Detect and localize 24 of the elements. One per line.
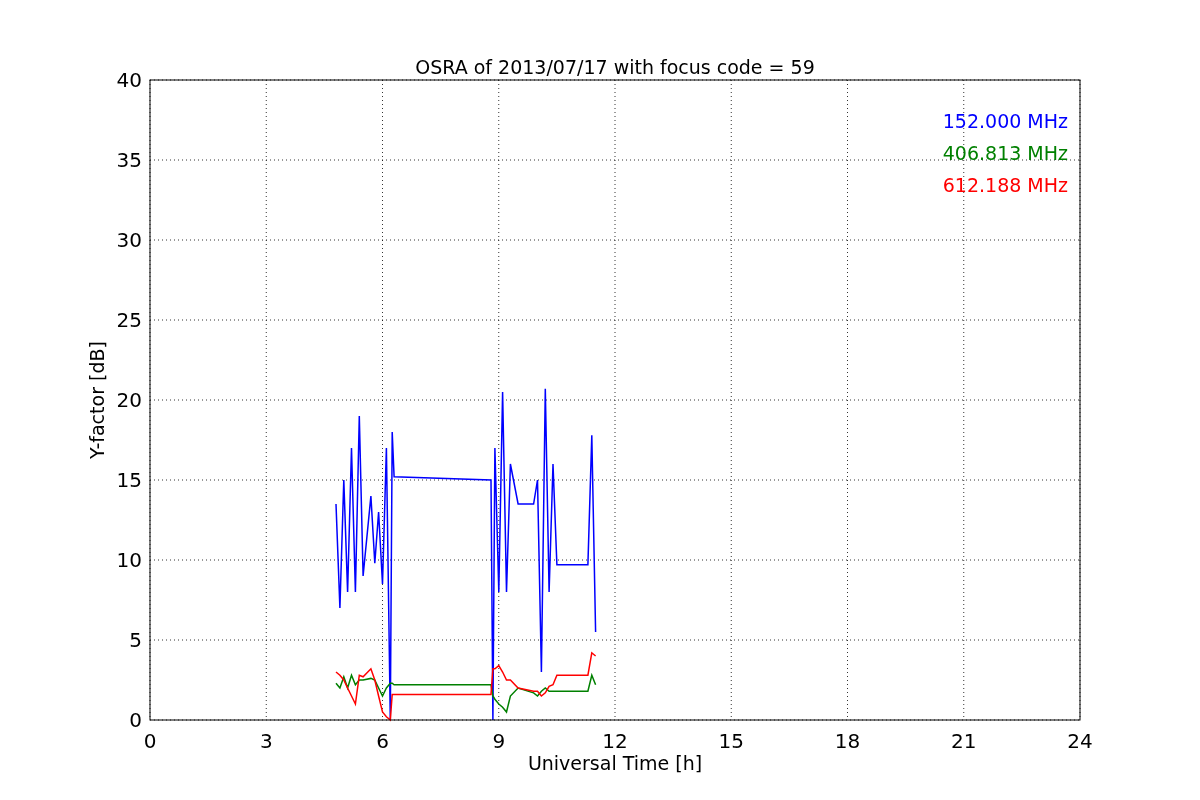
y-tick-label: 35 xyxy=(116,148,142,172)
x-tick-label: 18 xyxy=(834,729,861,753)
y-tick-label: 20 xyxy=(116,388,142,412)
y-tick-label: 25 xyxy=(116,308,142,332)
series-label: 406.813 MHz xyxy=(942,142,1068,164)
x-tick-label: 12 xyxy=(602,729,628,753)
x-tick-label: 0 xyxy=(143,729,157,753)
y-axis-label: Y-factor [dB] xyxy=(86,341,108,459)
x-tick-label: 3 xyxy=(259,729,273,753)
y-tick-label: 0 xyxy=(129,708,142,732)
series-label: 152.000 MHz xyxy=(942,110,1068,132)
x-tick-label: 6 xyxy=(376,729,389,753)
y-tick-label: 40 xyxy=(116,68,142,92)
y-tick-label: 5 xyxy=(129,628,142,652)
x-tick-label: 21 xyxy=(951,729,977,753)
chart-title: OSRA of 2013/07/17 with focus code = 59 xyxy=(415,56,815,78)
x-tick-label: 9 xyxy=(492,729,506,753)
series-label: 612.188 MHz xyxy=(942,174,1068,196)
x-axis-label: Universal Time [h] xyxy=(527,752,703,774)
x-tick-label: 24 xyxy=(1067,729,1093,753)
x-tick-label: 15 xyxy=(718,729,744,753)
y-tick-label: 10 xyxy=(116,548,142,572)
y-tick-label: 15 xyxy=(116,468,142,492)
y-tick-label: 30 xyxy=(116,228,142,252)
